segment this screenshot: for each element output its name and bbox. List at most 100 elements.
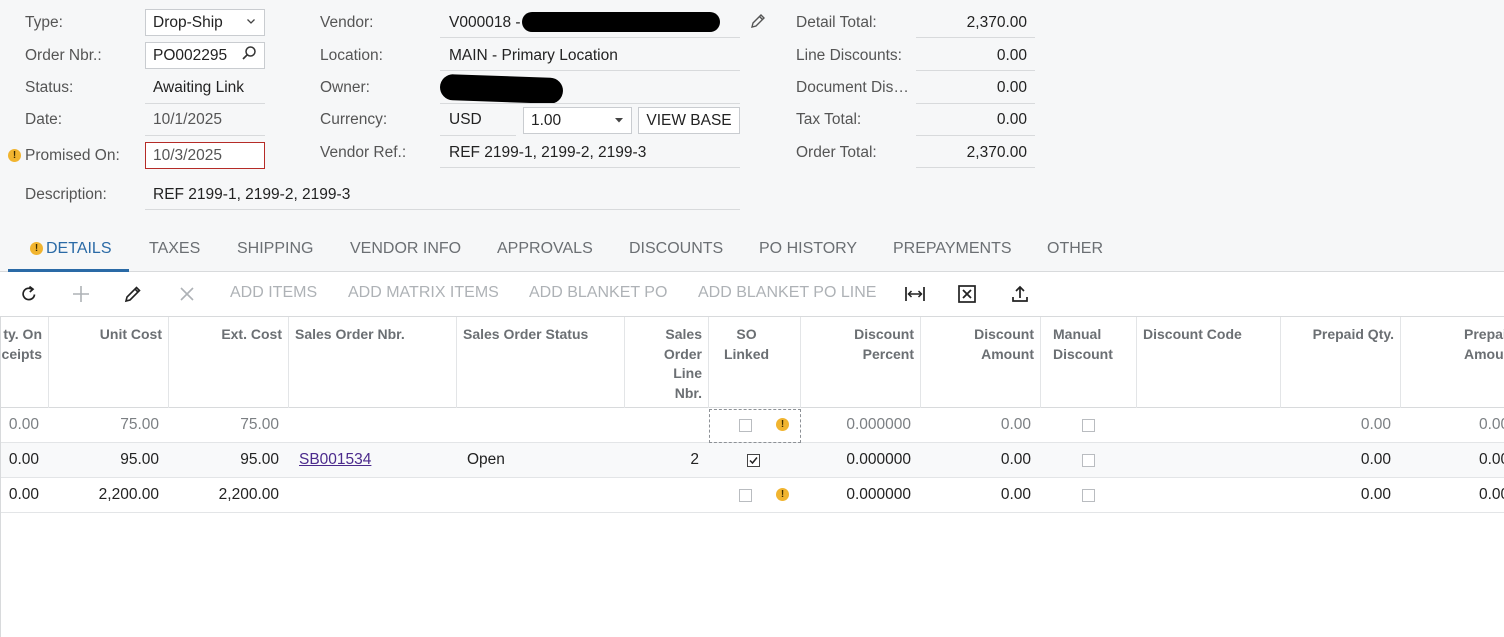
line-discounts-underline (916, 70, 1035, 71)
currency-label: Currency: (320, 111, 388, 128)
table-row[interactable]: 0.00 95.00 95.00 SB001534 Open 2 0.00000… (1, 443, 1504, 478)
unit-cost-cell: 2,200.00 (98, 486, 159, 503)
owner-label: Owner: (320, 79, 370, 96)
col-discount-amount[interactable]: Discount Amount (921, 317, 1041, 408)
chevron-down-icon (245, 14, 257, 32)
tax-total-value: 0.00 (996, 111, 1027, 128)
tab-shipping[interactable]: SHIPPING (237, 240, 313, 258)
tab-vendor-info[interactable]: VENDOR INFO (350, 240, 461, 258)
table-row[interactable]: 0.00 75.00 75.00 ! 0.000000 0.00 0.00 0.… (1, 408, 1504, 443)
so-linked-checkbox[interactable] (739, 489, 752, 502)
prepaid-qty-cell: 0.00 (1360, 416, 1391, 433)
col-so-linked[interactable]: SO Linked (709, 317, 801, 408)
detail-total-value: 2,370.00 (966, 14, 1027, 31)
date-value[interactable]: 10/1/2025 (153, 110, 222, 130)
tab-prepayments[interactable]: PREPAYMENTS (893, 240, 1012, 258)
discount-amount-cell: 0.00 (1000, 451, 1031, 468)
tab-taxes[interactable]: TAXES (149, 240, 200, 258)
add-blanket-po-button[interactable]: ADD BLANKET PO (529, 284, 667, 302)
tab-approvals[interactable]: APPROVALS (497, 240, 593, 258)
unit-cost-cell: 75.00 (120, 416, 159, 433)
qty-cell: 0.00 (8, 416, 39, 433)
add-matrix-items-button[interactable]: ADD MATRIX ITEMS (348, 284, 499, 302)
search-icon[interactable] (241, 45, 257, 66)
pencil-icon[interactable] (122, 283, 144, 305)
so-linked-checkbox[interactable] (739, 419, 752, 432)
col-qty-on-receipts[interactable]: ty. On ceipts (0, 317, 49, 408)
order-nbr-input[interactable]: PO002295 (145, 42, 265, 69)
col-discount-percent[interactable]: Discount Percent (801, 317, 921, 408)
vendor-ref-value[interactable]: REF 2199-1, 2199-2, 2199-3 (449, 143, 646, 163)
pencil-icon[interactable] (749, 12, 767, 34)
discount-percent-cell: 0.000000 (846, 486, 911, 503)
redacted-vendor-name (522, 12, 720, 32)
prepaid-qty-cell: 0.00 (1360, 451, 1391, 468)
tab-other[interactable]: OTHER (1047, 240, 1103, 258)
col-sales-order-line-nbr[interactable]: Sales Order Line Nbr. (625, 317, 709, 408)
currency-rate-value: 1.00 (531, 111, 562, 129)
date-underline (145, 135, 265, 136)
discount-code-cell (1137, 443, 1281, 477)
discount-code-cell (1137, 478, 1281, 512)
promised-on-label: Promised On: (25, 147, 120, 164)
col-ext-cost[interactable]: Ext. Cost (169, 317, 289, 408)
tax-total-underline (916, 135, 1035, 136)
vendor-ref-underline (440, 167, 740, 168)
sales-order-nbr-cell (289, 478, 457, 512)
warning-icon: ! (776, 488, 789, 501)
discount-amount-cell: 0.00 (1000, 416, 1031, 433)
order-total-underline (916, 167, 1035, 168)
line-nbr-cell (625, 478, 709, 512)
excel-export-icon[interactable] (956, 283, 978, 305)
promised-on-value: 10/3/2025 (153, 146, 222, 164)
col-manual-discount[interactable]: Manual Discount (1041, 317, 1137, 408)
table-row[interactable]: 0.00 2,200.00 2,200.00 ! 0.000000 0.00 0… (1, 478, 1504, 513)
location-value[interactable]: MAIN - Primary Location (449, 46, 618, 66)
close-icon[interactable] (176, 283, 198, 305)
prepaid-amount-cell: 0.00 (1479, 451, 1504, 468)
promised-on-input[interactable]: 10/3/2025 (145, 142, 265, 169)
warning-icon: ! (8, 149, 21, 162)
so-linked-checkbox[interactable] (747, 454, 760, 467)
sales-order-status-cell: Open (467, 451, 505, 468)
currency-value[interactable]: USD (449, 110, 482, 130)
type-select[interactable]: Drop-Ship (145, 9, 265, 36)
prepaid-amount-cell: 0.00 (1479, 486, 1504, 503)
col-prepaid-amount[interactable]: Prepai Amour (1401, 317, 1504, 408)
line-discounts-label: Line Discounts: (796, 47, 902, 64)
tab-discounts[interactable]: DISCOUNTS (629, 240, 723, 258)
manual-discount-checkbox[interactable] (1082, 419, 1095, 432)
currency-rate-select[interactable]: 1.00 (523, 107, 632, 134)
currency-underline (440, 135, 516, 136)
col-discount-code[interactable]: Discount Code (1137, 317, 1281, 408)
description-value[interactable]: REF 2199-1, 2199-2, 2199-3 (153, 185, 350, 205)
sales-order-link[interactable]: SB001534 (289, 443, 457, 477)
tab-details[interactable]: DETAILS (46, 240, 112, 258)
col-prepaid-qty[interactable]: Prepaid Qty. (1281, 317, 1401, 408)
warning-icon: ! (776, 418, 789, 431)
refresh-icon[interactable] (18, 283, 40, 305)
col-sales-order-status[interactable]: Sales Order Status (457, 317, 625, 408)
status-label: Status: (25, 79, 74, 96)
add-blanket-po-line-button[interactable]: ADD BLANKET PO LINE (698, 284, 876, 302)
qty-cell: 0.00 (8, 486, 39, 503)
tab-po-history[interactable]: PO HISTORY (759, 240, 857, 258)
fit-columns-icon[interactable] (904, 283, 926, 305)
tab-bar: ! DETAILS TAXES SHIPPING VENDOR INFO APP… (0, 228, 1504, 272)
plus-icon[interactable] (70, 283, 92, 305)
status-value: Awaiting Link (153, 79, 245, 96)
view-base-button[interactable]: VIEW BASE (638, 107, 740, 134)
col-sales-order-nbr[interactable]: Sales Order Nbr. (289, 317, 457, 408)
manual-discount-checkbox[interactable] (1082, 489, 1095, 502)
sales-order-status-cell (457, 408, 625, 442)
add-items-button[interactable]: ADD ITEMS (230, 284, 317, 302)
order-nbr-value: PO002295 (153, 46, 228, 64)
check-icon (749, 457, 758, 465)
type-value: Drop-Ship (153, 13, 223, 31)
detail-total-underline (916, 37, 1035, 38)
manual-discount-checkbox[interactable] (1082, 454, 1095, 467)
upload-icon[interactable] (1009, 283, 1031, 305)
col-unit-cost[interactable]: Unit Cost (49, 317, 169, 408)
details-tab-warning-icon: ! (30, 242, 43, 255)
type-label: Type: (25, 14, 63, 31)
